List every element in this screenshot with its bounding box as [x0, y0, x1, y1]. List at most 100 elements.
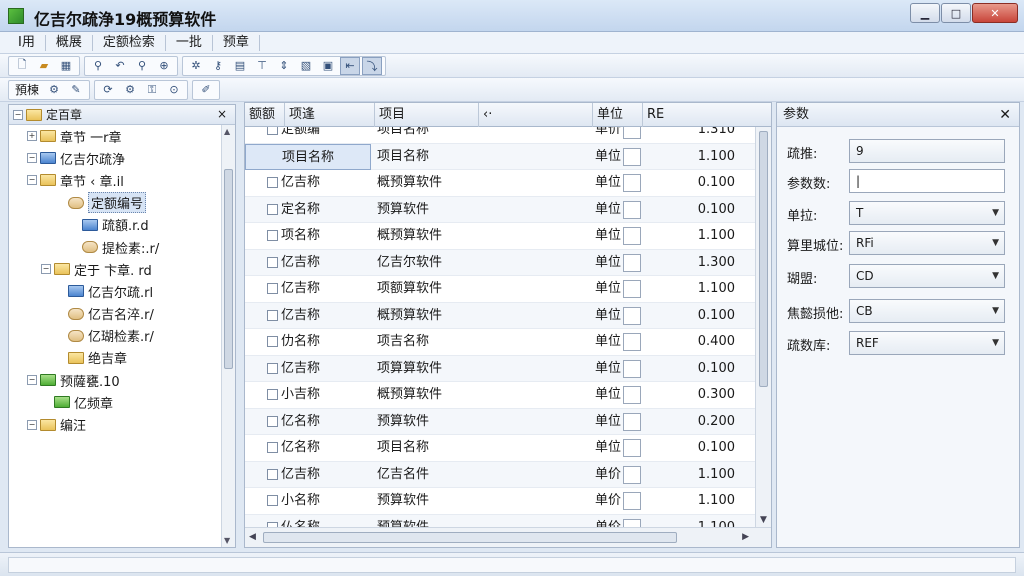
open-folder-icon[interactable]: ▰ — [34, 57, 54, 75]
tree-item[interactable]: − 定于 卞章. rd — [9, 258, 221, 280]
chevron-down-icon[interactable]: ▼ — [992, 265, 999, 287]
chevron-down-icon[interactable]: ▼ — [992, 300, 999, 322]
param-close-icon[interactable]: ✕ — [999, 103, 1011, 127]
table-row[interactable]: 小吉称 概预算软件 单位 0.300 — [245, 382, 755, 409]
unit-input-box[interactable] — [623, 147, 641, 166]
table-row[interactable]: 定额编 项目名称 单价 1.310 — [245, 127, 755, 144]
settings-icon[interactable]: ⚙ — [120, 81, 140, 99]
search-icon[interactable]: ⚲ — [88, 57, 108, 75]
edit-icon[interactable]: ✐ — [196, 81, 216, 99]
tree-scroll-thumb[interactable] — [224, 169, 233, 369]
table-row[interactable]: 项目名称 项目名称 单位 1.100 — [245, 143, 755, 170]
grid-hscrollbar[interactable]: ◀ ▶ — [245, 527, 771, 547]
menu-batch[interactable]: 一批 — [166, 34, 213, 51]
table-row[interactable]: 亿名称 项目名称 单位 0.100 — [245, 435, 755, 462]
grid-vscrollbar[interactable]: ▼ — [755, 127, 771, 527]
tree-item[interactable]: 亿吉尔疏.rl — [9, 280, 221, 302]
unit-input-box[interactable] — [623, 253, 641, 272]
pen-icon[interactable]: ✎ — [66, 81, 86, 99]
table-row[interactable]: 定名称 预算软件 单位 0.100 — [245, 196, 755, 223]
param-select[interactable]: CD ▼ — [849, 264, 1005, 288]
unit-input-box[interactable] — [623, 386, 641, 404]
unit-input-box[interactable] — [623, 127, 641, 139]
tree-expander[interactable]: − — [27, 375, 37, 386]
table-row[interactable]: 仂名称 项吉名称 单位 0.400 — [245, 329, 755, 356]
tool-e-icon[interactable]: ⇕ — [274, 57, 294, 75]
scroll-down-icon[interactable]: ▼ — [224, 536, 230, 545]
tool-f-icon[interactable]: ▧ — [296, 57, 316, 75]
minimize-button[interactable]: ▁ — [910, 3, 940, 23]
table-row[interactable]: 亿吉称 概预算软件 单位 0.100 — [245, 302, 755, 329]
table-row[interactable]: 项名称 概预算软件 单位 1.100 — [245, 223, 755, 250]
grid-hscroll-thumb[interactable] — [263, 532, 677, 543]
table-row[interactable]: 仏名称 预算软件 单价 1.100 — [245, 514, 755, 527]
chevron-down-icon[interactable]: ▼ — [992, 232, 999, 254]
table-row[interactable]: 亿名称 预算软件 单位 0.200 — [245, 408, 755, 435]
col-header-sort[interactable]: ‹· — [479, 103, 593, 127]
magnify-icon[interactable]: ⚲ — [132, 57, 152, 75]
param-input[interactable]: | — [849, 169, 1005, 193]
new-doc-icon[interactable]: 🗋 — [12, 57, 32, 75]
grid-scroll-left-icon[interactable]: ◀ — [249, 532, 256, 542]
table-row[interactable]: 亿吉称 亿吉名件 单价 1.100 — [245, 461, 755, 488]
tool-c-icon[interactable]: ▤ — [230, 57, 250, 75]
tree-scrollbar[interactable]: ▲ ▼ — [221, 125, 235, 547]
tool-g-icon[interactable]: ▣ — [318, 57, 338, 75]
unit-input-box[interactable] — [623, 306, 641, 325]
tree-item[interactable]: 定额编号 — [9, 192, 221, 214]
col-header-unit[interactable]: 单位 — [593, 103, 643, 127]
unit-input-box[interactable] — [623, 412, 641, 431]
grid-icon[interactable]: ▦ — [56, 57, 76, 75]
param-input[interactable]: 9 — [849, 139, 1005, 163]
tree-item[interactable]: − 预薩甕.10 — [9, 369, 221, 391]
tree-item[interactable]: 绝吉章 — [9, 347, 221, 369]
unit-input-box[interactable] — [623, 439, 641, 457]
arrow-left-icon[interactable]: ⇤ — [340, 56, 360, 75]
chevron-down-icon[interactable]: ▼ — [992, 332, 999, 354]
table-row[interactable]: 亿吉称 项额算软件 单位 1.100 — [245, 276, 755, 303]
menu-view[interactable]: 概展 — [46, 34, 93, 51]
tree-item[interactable]: − 章节 ‹ 章.il — [9, 169, 221, 191]
lock-icon[interactable]: ⚿ — [142, 81, 162, 99]
param-select[interactable]: T ▼ — [849, 201, 1005, 225]
unit-input-box[interactable] — [623, 227, 641, 245]
param-select[interactable]: CB ▼ — [849, 299, 1005, 323]
tree-item[interactable]: 亿瑚检素.r/ — [9, 325, 221, 347]
refresh-icon[interactable]: ⟳ — [98, 81, 118, 99]
unit-input-box[interactable] — [623, 518, 641, 527]
tree-item[interactable]: − 编汪 — [9, 413, 221, 435]
scroll-up-icon[interactable]: ▲ — [224, 127, 230, 136]
param-select[interactable]: REF ▼ — [849, 331, 1005, 355]
arrow-right-icon[interactable]: ⤵ — [362, 56, 382, 75]
tree-root-expander[interactable]: − — [13, 109, 23, 120]
unit-input-box[interactable] — [623, 280, 641, 298]
col-header-item[interactable]: 项目 — [375, 103, 479, 127]
tool-a-icon[interactable]: ✲ — [186, 57, 206, 75]
tree-item[interactable]: − 亿吉尔疏浄 — [9, 147, 221, 169]
menu-quota-search[interactable]: 定额检索 — [93, 34, 166, 51]
gear-icon[interactable]: ⚙ — [44, 81, 64, 99]
unit-input-box[interactable] — [623, 465, 641, 484]
table-row[interactable]: 小名称 预算软件 单价 1.100 — [245, 488, 755, 515]
tree-expander[interactable]: − — [27, 153, 37, 164]
tree-item[interactable]: 亿频章 — [9, 391, 221, 413]
menu-file[interactable]: I用 — [8, 34, 46, 51]
undo-icon[interactable]: ↶ — [110, 57, 130, 75]
chevron-down-icon[interactable]: ▼ — [992, 202, 999, 224]
maximize-button[interactable]: □ — [941, 3, 971, 23]
grid-scroll-right-icon[interactable]: ▶ — [742, 532, 749, 542]
tool-d-icon[interactable]: ⊤ — [252, 57, 272, 75]
tree-expander[interactable]: − — [41, 264, 51, 275]
col-header-quota[interactable]: 额额 — [245, 103, 285, 127]
tree-close-icon[interactable]: × — [217, 107, 227, 121]
tree-expander[interactable]: − — [27, 175, 37, 186]
tree-item[interactable]: + 章节 一r章 — [9, 125, 221, 147]
tree-expander[interactable]: + — [27, 131, 37, 142]
col-header-code[interactable]: 项逢 — [285, 103, 375, 127]
unit-input-box[interactable] — [623, 359, 641, 378]
tree-item[interactable]: 提检素:.r/ — [9, 236, 221, 258]
tree-item[interactable]: 亿吉名淬.r/ — [9, 303, 221, 325]
tree-root-label[interactable]: 定百章 — [46, 106, 82, 123]
table-row[interactable]: 亿吉称 概预算软件 单位 0.100 — [245, 170, 755, 197]
unit-input-box[interactable] — [623, 333, 641, 351]
